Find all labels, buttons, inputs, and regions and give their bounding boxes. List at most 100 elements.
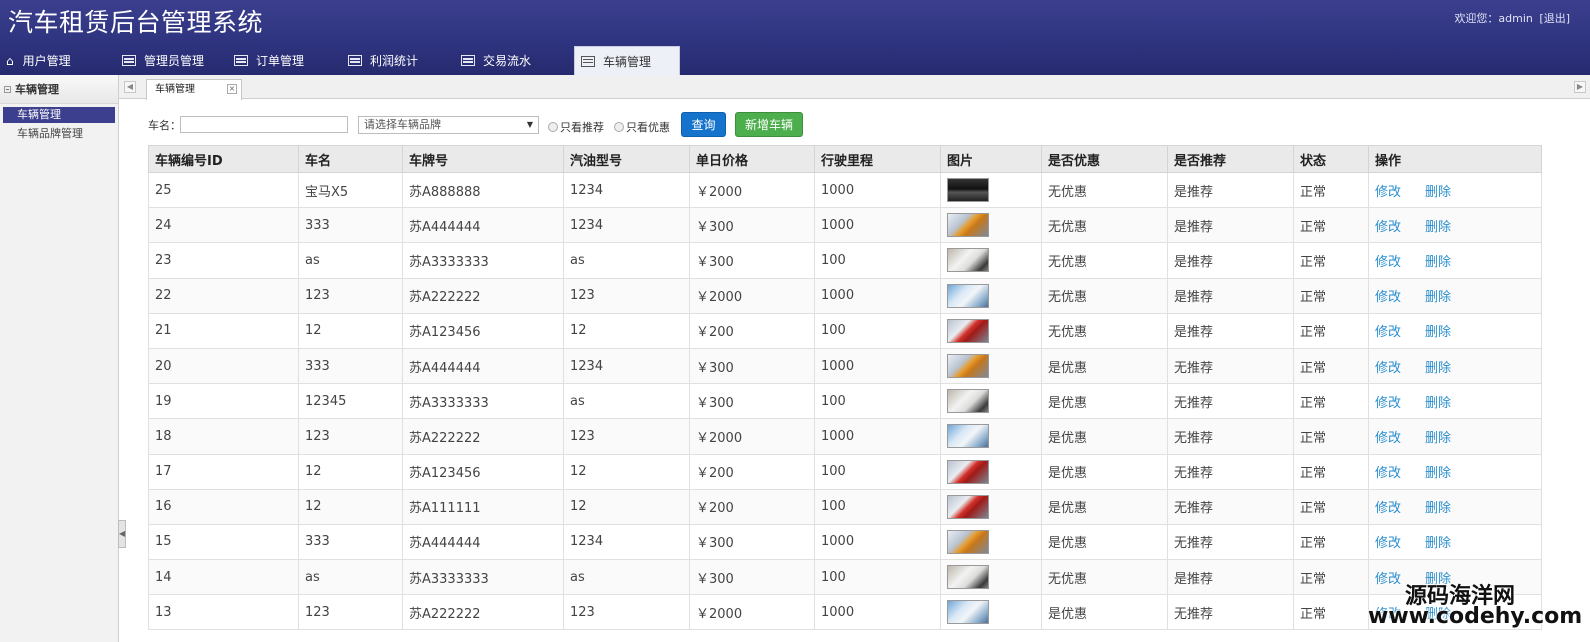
cell-id: 23 bbox=[148, 242, 299, 279]
cell-name: 12 bbox=[298, 488, 403, 525]
home-icon: ⌂ bbox=[6, 53, 14, 68]
sidebar-item-brand-management[interactable]: 车辆品牌管理 bbox=[3, 126, 115, 142]
cell-recommend: 无推荐 bbox=[1167, 523, 1294, 561]
cell-plate: 苏A444444 bbox=[402, 523, 564, 561]
only-recommend-radio[interactable]: 只看推荐 bbox=[548, 119, 604, 135]
table-row: 16 12 苏A111111 12 ￥200 100 是优惠 无推荐 正常 修改 删除 bbox=[148, 488, 1542, 525]
cell-mileage: 100 bbox=[814, 312, 941, 349]
cell-price: ￥300 bbox=[689, 383, 815, 420]
tab-scroll-right-icon[interactable]: ▶ bbox=[1574, 81, 1586, 93]
tab-user-management[interactable]: ⌂ 用户管理 bbox=[0, 46, 118, 75]
cell-name: 12345 bbox=[298, 383, 403, 420]
cell-name: 123 bbox=[298, 594, 403, 631]
logout-link[interactable]: [退出] bbox=[1539, 12, 1570, 25]
cell-fuel: 1234 bbox=[563, 171, 690, 209]
delete-link[interactable]: 删除 bbox=[1425, 185, 1451, 200]
cell-status: 正常 bbox=[1293, 347, 1369, 385]
cell-id: 13 bbox=[148, 594, 299, 631]
cell-plate: 苏A123456 bbox=[402, 453, 564, 490]
cell-discount: 是优惠 bbox=[1041, 347, 1168, 385]
cell-recommend: 是推荐 bbox=[1167, 171, 1294, 209]
cell-mileage: 1000 bbox=[814, 347, 941, 385]
edit-link[interactable]: 修改 bbox=[1375, 431, 1401, 446]
cell-name: as bbox=[298, 559, 403, 596]
tab-scroll-left-icon[interactable]: ◀ bbox=[124, 81, 136, 93]
cell-actions: 修改 删除 bbox=[1368, 383, 1542, 420]
brand-select-value: 请选择车辆品牌 bbox=[364, 118, 441, 131]
cell-recommend: 无推荐 bbox=[1167, 488, 1294, 525]
only-discount-radio[interactable]: 只看优惠 bbox=[614, 119, 670, 135]
table-row: 13 123 苏A222222 123 ￥2000 1000 是优惠 无推荐 正常 修改 删除 bbox=[148, 594, 1542, 631]
car-thumbnail bbox=[947, 389, 989, 414]
cell-id: 19 bbox=[148, 383, 299, 420]
cell-name: 333 bbox=[298, 207, 403, 244]
tab-vehicle-management[interactable]: 车辆管理 bbox=[574, 46, 680, 75]
cell-discount: 是优惠 bbox=[1041, 453, 1168, 490]
edit-link[interactable]: 修改 bbox=[1375, 290, 1401, 305]
sidebar-toggle-handle[interactable]: ◀ bbox=[118, 520, 126, 548]
car-thumbnail bbox=[947, 494, 989, 519]
delete-link[interactable]: 删除 bbox=[1425, 220, 1451, 235]
tab-order-management[interactable]: 订单管理 bbox=[232, 46, 346, 75]
cell-plate: 苏A222222 bbox=[402, 418, 564, 455]
edit-link[interactable]: 修改 bbox=[1375, 255, 1401, 270]
cell-id: 17 bbox=[148, 453, 299, 490]
delete-link[interactable]: 删除 bbox=[1425, 255, 1451, 270]
edit-link[interactable]: 修改 bbox=[1375, 325, 1401, 340]
cell-discount: 无优惠 bbox=[1041, 277, 1168, 314]
delete-link[interactable]: 删除 bbox=[1425, 361, 1451, 376]
car-name-label: 车名： bbox=[148, 119, 181, 132]
add-vehicle-button[interactable]: 新增车辆 bbox=[735, 112, 803, 137]
delete-link[interactable]: 删除 bbox=[1425, 290, 1451, 305]
col-header-mileage: 行驶里程 bbox=[814, 145, 941, 173]
table-row: 18 123 苏A222222 123 ￥2000 1000 是优惠 无推荐 正常 修改 删除 bbox=[148, 418, 1542, 455]
cell-discount: 是优惠 bbox=[1041, 383, 1168, 420]
car-name-input[interactable] bbox=[180, 116, 348, 133]
welcome-text: 欢迎您：admin [退出] bbox=[1451, 10, 1570, 26]
delete-link[interactable]: 删除 bbox=[1425, 325, 1451, 340]
col-header-name: 车名 bbox=[298, 145, 403, 173]
page-tab-vehicle-management[interactable]: 车辆管理 × bbox=[146, 79, 242, 100]
tab-transactions[interactable]: 交易流水 bbox=[459, 46, 568, 75]
cell-name: 12 bbox=[298, 453, 403, 490]
edit-link[interactable]: 修改 bbox=[1375, 536, 1401, 551]
edit-link[interactable]: 修改 bbox=[1375, 396, 1401, 411]
cell-id: 16 bbox=[148, 488, 299, 525]
cell-image bbox=[940, 488, 1042, 525]
delete-link[interactable]: 删除 bbox=[1425, 396, 1451, 411]
cell-status: 正常 bbox=[1293, 594, 1369, 631]
cell-plate: 苏A3333333 bbox=[402, 559, 564, 596]
table-row: 15 333 苏A444444 1234 ￥300 1000 是优惠 无推荐 正常 修改 删除 bbox=[148, 523, 1542, 561]
cell-discount: 是优惠 bbox=[1041, 488, 1168, 525]
close-icon[interactable]: × bbox=[227, 84, 237, 94]
car-thumbnail bbox=[947, 354, 989, 379]
cell-mileage: 100 bbox=[814, 488, 941, 525]
edit-link[interactable]: 修改 bbox=[1375, 466, 1401, 481]
tab-admin-management[interactable]: 管理员管理 bbox=[118, 46, 232, 75]
edit-link[interactable]: 修改 bbox=[1375, 501, 1401, 516]
query-button[interactable]: 查询 bbox=[681, 112, 726, 137]
edit-link[interactable]: 修改 bbox=[1375, 572, 1401, 587]
sidebar-header-label: 车辆管理 bbox=[15, 83, 59, 96]
delete-link[interactable]: 删除 bbox=[1425, 536, 1451, 551]
edit-link[interactable]: 修改 bbox=[1375, 220, 1401, 235]
tab-profit-statistics[interactable]: 利润统计 bbox=[346, 46, 459, 75]
edit-link[interactable]: 修改 bbox=[1375, 361, 1401, 376]
cell-discount: 无优惠 bbox=[1041, 242, 1168, 279]
brand-select[interactable]: 请选择车辆品牌 ▼ bbox=[358, 116, 539, 134]
edit-link[interactable]: 修改 bbox=[1375, 185, 1401, 200]
col-header-actions: 操作 bbox=[1368, 145, 1542, 173]
cell-fuel: 1234 bbox=[563, 523, 690, 561]
tab-label: 管理员管理 bbox=[144, 54, 205, 68]
cell-plate: 苏A888888 bbox=[402, 171, 564, 209]
delete-link[interactable]: 删除 bbox=[1425, 501, 1451, 516]
sidebar-item-vehicle-management[interactable]: 车辆管理 bbox=[3, 107, 115, 123]
cell-id: 18 bbox=[148, 418, 299, 455]
only-recommend-label: 只看推荐 bbox=[560, 121, 604, 134]
cell-recommend: 无推荐 bbox=[1167, 418, 1294, 455]
cell-price: ￥2000 bbox=[689, 277, 815, 314]
delete-link[interactable]: 删除 bbox=[1425, 431, 1451, 446]
delete-link[interactable]: 删除 bbox=[1425, 466, 1451, 481]
list-icon bbox=[461, 55, 475, 66]
sidebar-header[interactable]: 车辆管理 bbox=[0, 75, 118, 104]
